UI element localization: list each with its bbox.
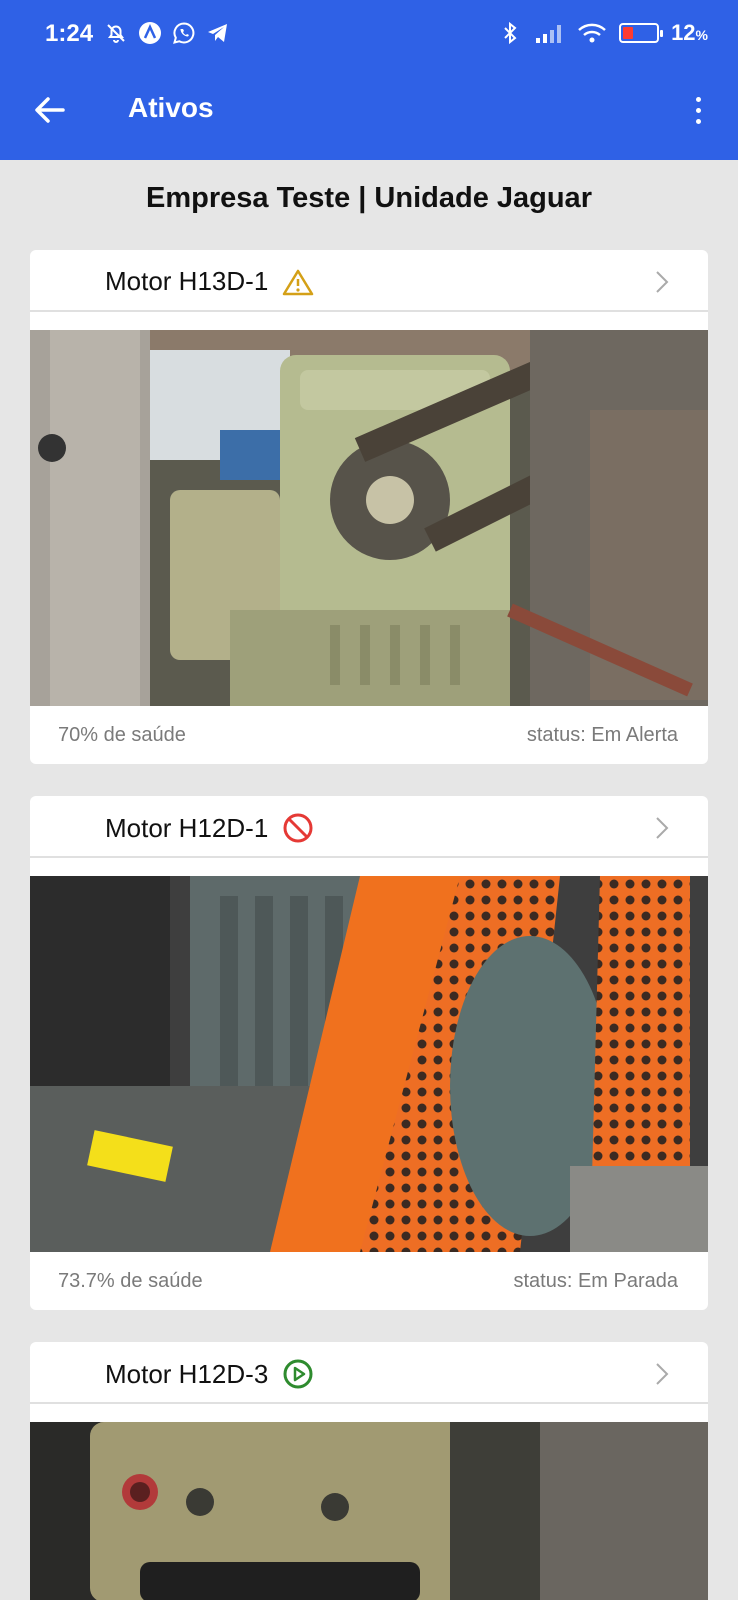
status-bar: 1:24 12% [0, 0, 738, 70]
status-value: status: Em Alerta [526, 724, 678, 746]
health-value: 70% de saúde [58, 724, 186, 746]
whatsapp-icon [172, 21, 196, 45]
more-vertical-icon [695, 96, 701, 102]
asset-card[interactable]: Motor H12D-3 [30, 1342, 708, 1600]
asset-card[interactable]: Motor H13D-1 70% de saúde status: Em Ale… [30, 250, 708, 764]
wifi-icon [577, 21, 607, 45]
system-status-icons: 12% [499, 20, 708, 46]
app-bar: Ativos [0, 70, 738, 160]
asset-card-footer: 73.7% de saúde status: Em Parada [30, 1252, 708, 1310]
asset-card-footer: 70% de saúde status: Em Alerta [30, 706, 708, 764]
asset-card-header[interactable]: Motor H12D-3 [30, 1342, 708, 1404]
chevron-right-icon[interactable] [654, 1362, 670, 1386]
bluetooth-icon [499, 21, 523, 45]
asset-card-header[interactable]: Motor H13D-1 [30, 250, 708, 312]
battery-level [623, 27, 634, 39]
notification-icons [104, 21, 230, 45]
play-icon [283, 1359, 313, 1389]
company-header: Empresa Teste | Unidade Jaguar [146, 182, 592, 214]
asset-name: Motor H12D-1 [105, 812, 269, 843]
more-options-button[interactable] [688, 90, 708, 130]
stop-icon [283, 813, 313, 843]
asset-name: Motor H12D-3 [105, 1358, 269, 1389]
asset-photo [30, 876, 708, 1252]
signal-icon [535, 21, 565, 45]
asset-card-header[interactable]: Motor H12D-1 [30, 796, 708, 858]
status-time: 1:24 [45, 20, 94, 47]
a-app-icon [138, 21, 162, 45]
chevron-right-icon[interactable] [654, 270, 670, 294]
asset-name: Motor H13D-1 [105, 266, 269, 296]
battery-icon [619, 23, 664, 43]
telegram-icon [206, 21, 230, 45]
asset-photo [30, 1422, 708, 1600]
warning-icon [283, 269, 314, 295]
page-title: Ativos [128, 92, 214, 123]
asset-card[interactable]: Motor H12D-1 73.7% de saúde status: Em P… [30, 796, 708, 1310]
chevron-right-icon[interactable] [654, 816, 670, 840]
asset-photo [30, 330, 708, 706]
arrow-left-icon [35, 97, 65, 123]
health-value: 73.7% de saúde [58, 1270, 203, 1292]
mute-icon [104, 21, 128, 45]
status-value: status: Em Parada [513, 1270, 678, 1292]
battery-percent: 12% [671, 20, 708, 45]
back-button[interactable] [30, 90, 70, 130]
